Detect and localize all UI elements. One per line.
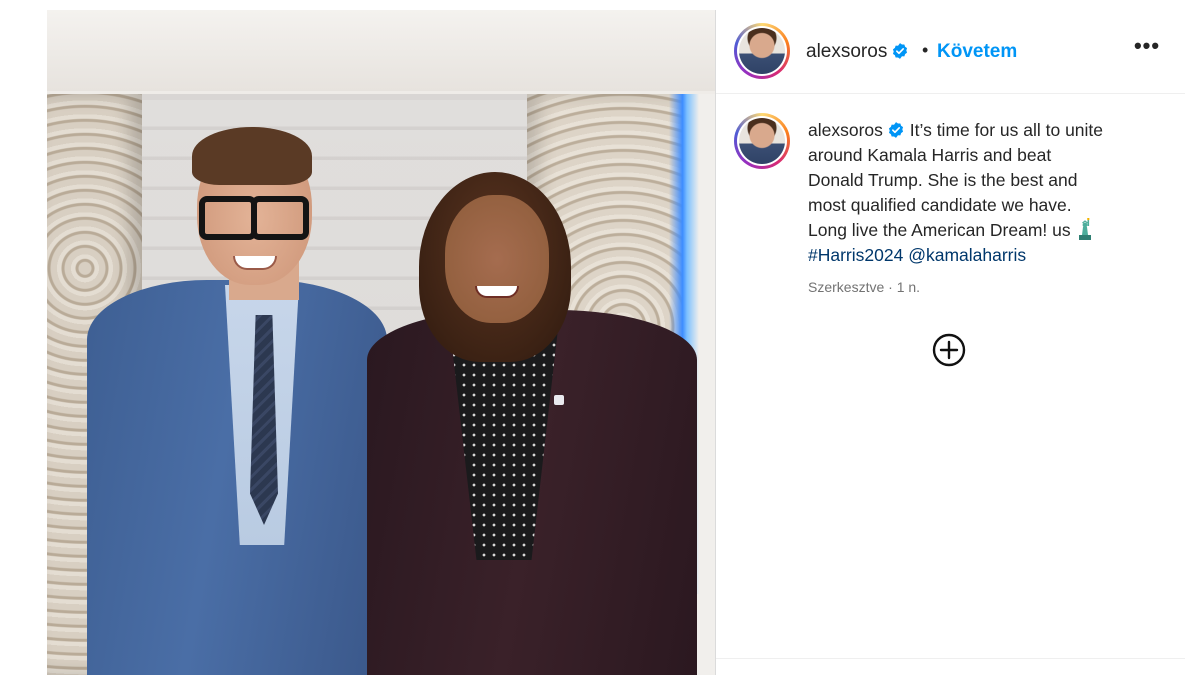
author-username[interactable]: alexsoros [806, 41, 909, 63]
post-photo[interactable] [47, 10, 715, 675]
post-side-panel: alexsoros • Követem ••• alexsoros It’s t… [716, 10, 1185, 675]
caption-text-5: Long live the American Dream! us [808, 220, 1071, 240]
statue-of-liberty-emoji [1078, 218, 1091, 240]
verified-badge-icon [893, 43, 908, 59]
caption-text-2: around Kamala Harris and beat [808, 145, 1052, 165]
header-separator: • [922, 40, 929, 60]
more-options-icon[interactable]: ••• [1132, 35, 1162, 64]
instagram-post: alexsoros • Követem ••• alexsoros It’s t… [47, 10, 1185, 675]
caption-username[interactable]: alexsoros [808, 120, 905, 140]
post-caption: alexsoros It’s time for us all to unite … [808, 118, 1168, 268]
hashtag-link[interactable]: #Harris2024 [808, 245, 903, 265]
caption-avatar[interactable] [734, 113, 790, 169]
caption-text-1: It’s time for us all to unite [909, 120, 1104, 140]
post-meta: Szerkesztve · 1 n. [808, 279, 921, 295]
plus-circle-icon[interactable] [932, 333, 966, 367]
mention-link[interactable]: @kamalaharris [908, 245, 1026, 265]
author-avatar[interactable] [734, 23, 790, 79]
follow-button[interactable]: Követem [937, 41, 1017, 63]
caption-text-3: Donald Trump. She is the best and [808, 170, 1078, 190]
post-header: alexsoros • Követem ••• [716, 10, 1185, 94]
caption-text-4: most qualified candidate we have. [808, 195, 1072, 215]
verified-badge-icon [888, 122, 903, 138]
